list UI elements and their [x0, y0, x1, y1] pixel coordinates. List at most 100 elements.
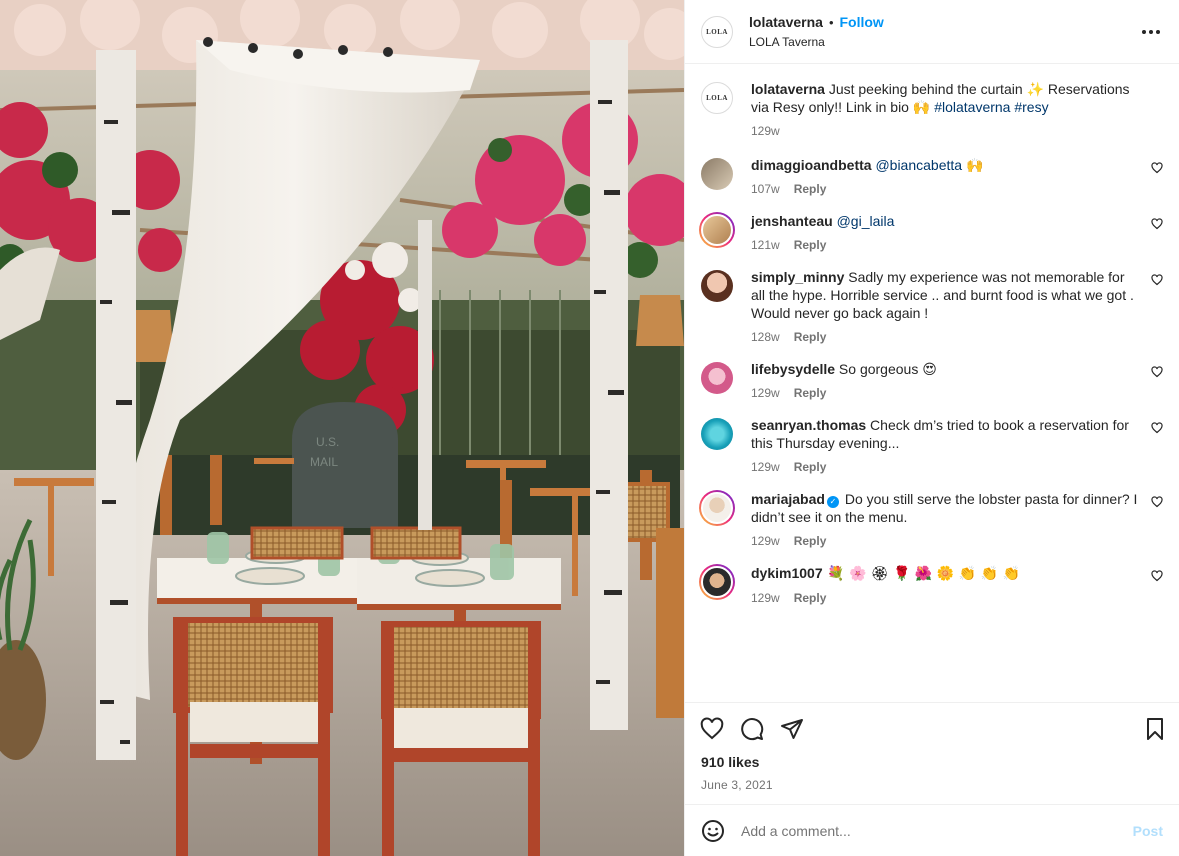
paper-plane-icon[interactable]: [780, 717, 804, 741]
comment-content-after: 🙌: [962, 157, 984, 173]
comment-text: seanryan.thomas Check dm’s tried to book…: [751, 416, 1139, 452]
comment-body: dykim1007 💐 🌸 🏵 🌹 🌺 🌼 👏 👏 👏 129w Reply: [751, 564, 1139, 607]
post-photo[interactable]: U.S. MAIL: [0, 0, 684, 856]
comment-footer: 129w Reply: [751, 460, 1139, 476]
svg-text:U.S.: U.S.: [316, 435, 339, 449]
comment-time[interactable]: 129w: [751, 591, 780, 607]
like-comment-heart-icon[interactable]: [1151, 366, 1163, 378]
caption-avatar[interactable]: LOLA: [701, 82, 733, 114]
author-row: lolataverna • Follow: [749, 14, 884, 30]
like-comment-heart-icon[interactable]: [1151, 274, 1163, 286]
reply-button[interactable]: Reply: [794, 386, 827, 402]
comment-text: jenshanteau @gi_laila: [751, 212, 1139, 230]
like-comment-heart-icon[interactable]: [1151, 496, 1163, 508]
reply-button[interactable]: Reply: [794, 182, 827, 198]
like-comment-heart-icon[interactable]: [1151, 218, 1163, 230]
comment-body: seanryan.thomas Check dm’s tried to book…: [751, 416, 1139, 476]
comment-bubble-icon[interactable]: [740, 717, 764, 741]
reply-button[interactable]: Reply: [794, 238, 827, 254]
commenter-username[interactable]: lifebysydelle: [751, 361, 835, 377]
commenter-username[interactable]: dykim1007: [751, 565, 823, 581]
comment-content: 💐 🌸 🏵 🌹 🌺 🌼 👏 👏 👏: [822, 566, 1020, 582]
comment-time[interactable]: 129w: [751, 460, 780, 476]
comment-footer: 121w Reply: [751, 238, 1139, 254]
reply-button[interactable]: Reply: [794, 534, 827, 550]
commenter-username[interactable]: dimaggioandbetta: [751, 157, 872, 173]
caption-text: lolataverna Just peeking behind the curt…: [751, 80, 1139, 116]
likes-count[interactable]: 910 likes: [685, 754, 1179, 774]
heart-icon[interactable]: [700, 716, 724, 741]
comment-item: mariajabad ✓ Do you still serve the lobst…: [699, 490, 1163, 550]
author-meta: lolataverna • Follow LOLA Taverna: [749, 14, 884, 49]
comment-body: jenshanteau @gi_laila 121w Reply: [751, 212, 1139, 254]
verified-badge-icon: ✓: [826, 496, 839, 508]
comment-footer: 129w Reply: [751, 591, 1139, 607]
reply-button[interactable]: Reply: [794, 591, 827, 607]
post-header: LOLA lolataverna • Follow LOLA Taverna: [685, 0, 1179, 64]
reply-button[interactable]: Reply: [794, 330, 827, 346]
caption-footer: 129w: [751, 124, 1139, 140]
commenter-username[interactable]: simply_minny: [751, 269, 844, 285]
comment-item: dykim1007 💐 🌸 🏵 🌹 🌺 🌼 👏 👏 👏 129w Reply: [699, 564, 1163, 607]
caption-hashtags[interactable]: #lolataverna #resy: [934, 99, 1048, 115]
comment-text: dykim1007 💐 🌸 🏵 🌹 🌺 🌼 👏 👏 👏: [751, 564, 1139, 583]
comment-time[interactable]: 107w: [751, 182, 780, 198]
caption-time[interactable]: 129w: [751, 124, 780, 140]
comment-body: mariajabad ✓ Do you still serve the lobst…: [751, 490, 1139, 550]
commenter-avatar[interactable]: [701, 418, 733, 450]
comment-footer: 129w Reply: [751, 534, 1139, 550]
comment-mention[interactable]: @biancabetta: [875, 157, 962, 173]
avatar-logo-text: LOLA: [706, 94, 728, 102]
comments-list[interactable]: LOLA lolataverna Just peeking behind the…: [685, 64, 1179, 702]
post-comment-button[interactable]: Post: [1133, 823, 1163, 839]
comment-time[interactable]: 121w: [751, 238, 780, 254]
comment-body: dimaggioandbetta @biancabetta 🙌 107w Repl…: [751, 156, 1139, 198]
avatar-logo-text: LOLA: [706, 27, 728, 36]
comment-input[interactable]: [741, 822, 1163, 839]
story-ring[interactable]: [699, 212, 735, 248]
follow-button[interactable]: Follow: [840, 14, 884, 30]
author-location[interactable]: LOLA Taverna: [749, 35, 884, 49]
author-avatar[interactable]: LOLA: [701, 15, 733, 48]
smiley-icon[interactable]: [701, 819, 725, 843]
separator-dot: •: [828, 14, 834, 30]
comment-text: mariajabad ✓ Do you still serve the lobst…: [751, 490, 1139, 526]
more-options-icon[interactable]: [1139, 22, 1163, 42]
comment-mention[interactable]: @gi_laila: [837, 213, 895, 229]
caption-body: lolataverna Just peeking behind the curt…: [751, 80, 1139, 140]
comment-text: lifebysydelle So gorgeous 😍: [751, 360, 1139, 378]
post-side-panel: LOLA lolataverna • Follow LOLA Taverna L…: [684, 0, 1179, 856]
post-dialog: U.S. MAIL LOLA lolataverna • Follow LOLA…: [0, 0, 1179, 856]
comment-item: dimaggioandbetta @biancabetta 🙌 107w Repl…: [701, 156, 1163, 198]
comment-time[interactable]: 129w: [751, 534, 780, 550]
comment-footer: 129w Reply: [751, 386, 1139, 402]
story-ring[interactable]: [699, 564, 735, 600]
comment-time[interactable]: 129w: [751, 386, 780, 402]
comment-body: simply_minny Sadly my experience was not…: [751, 268, 1139, 346]
comment-content: So gorgeous 😍: [835, 361, 937, 377]
commenter-avatar[interactable]: [701, 270, 733, 302]
comment-text: simply_minny Sadly my experience was not…: [751, 268, 1139, 322]
comment-footer: 107w Reply: [751, 182, 1139, 198]
like-comment-heart-icon[interactable]: [1151, 570, 1163, 582]
comment-text: dimaggioandbetta @biancabetta 🙌: [751, 156, 1139, 174]
reply-button[interactable]: Reply: [794, 460, 827, 476]
post-date[interactable]: June 3, 2021: [685, 774, 1179, 804]
commenter-avatar[interactable]: [701, 362, 733, 394]
caption-username[interactable]: lolataverna: [751, 81, 825, 97]
commenter-username[interactable]: seanryan.thomas: [751, 417, 866, 433]
author-username[interactable]: lolataverna: [749, 14, 823, 30]
comment-time[interactable]: 128w: [751, 330, 780, 346]
like-comment-heart-icon[interactable]: [1151, 422, 1163, 434]
comment-item: simply_minny Sadly my experience was not…: [701, 268, 1163, 346]
like-comment-heart-icon[interactable]: [1151, 162, 1163, 174]
bookmark-icon[interactable]: [1143, 717, 1167, 741]
commenter-username[interactable]: jenshanteau: [751, 213, 833, 229]
commenter-username[interactable]: mariajabad: [751, 491, 825, 507]
caption: LOLA lolataverna Just peeking behind the…: [701, 80, 1163, 140]
comment-item: lifebysydelle So gorgeous 😍 129w Reply: [701, 360, 1163, 402]
svg-text:MAIL: MAIL: [310, 455, 338, 469]
story-ring[interactable]: [699, 490, 735, 526]
commenter-avatar[interactable]: [701, 158, 733, 190]
add-comment-bar: Post: [685, 804, 1179, 856]
